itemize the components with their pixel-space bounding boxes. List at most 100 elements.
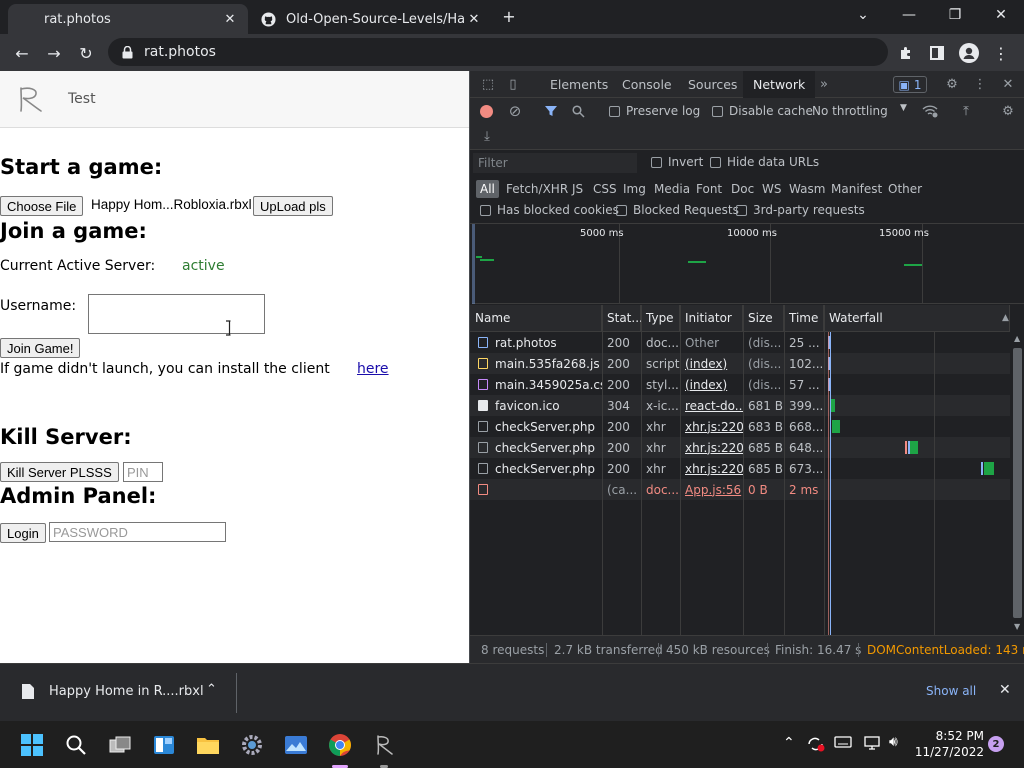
tab-elements[interactable]: Elements: [540, 71, 618, 98]
reload-icon[interactable]: ↻: [72, 39, 100, 67]
show-all-downloads-link[interactable]: Show all: [926, 684, 976, 698]
blocked-cookies-checkbox[interactable]: [480, 205, 491, 216]
tab-github[interactable]: Old-Open-Source-Levels/Happy ✕: [250, 4, 492, 34]
task-view-icon[interactable]: [104, 729, 136, 761]
extensions-puzzle-icon[interactable]: [892, 39, 920, 67]
inspect-element-icon[interactable]: ⬚: [478, 74, 498, 94]
settings-gear-icon[interactable]: ⚙: [942, 74, 962, 94]
window-close-icon[interactable]: ✕: [978, 0, 1024, 30]
site-logo-icon[interactable]: [17, 85, 43, 113]
restore-icon[interactable]: ❐: [932, 0, 978, 30]
side-panel-icon[interactable]: [923, 39, 951, 67]
column-name[interactable]: Name: [470, 305, 602, 332]
filter-type-img[interactable]: Img: [619, 180, 650, 198]
address-bar[interactable]: rat.photos: [108, 38, 888, 66]
upload-button[interactable]: UpLoad pls: [253, 196, 333, 216]
devtools-close-icon[interactable]: ✕: [998, 74, 1018, 94]
search-icon[interactable]: [568, 101, 588, 121]
new-tab-icon[interactable]: +: [495, 2, 523, 30]
record-icon[interactable]: [480, 105, 493, 118]
choose-file-button[interactable]: Choose File: [0, 196, 84, 216]
table-row[interactable]: favicon.ico 304 x-ic... react-do... 681 B 399…: [470, 395, 1010, 416]
notification-badge[interactable]: 2: [988, 736, 1004, 752]
download-item[interactable]: Happy Home in R....rbxl ⌃: [0, 664, 236, 722]
network-overview-timeline[interactable]: 5000 ms 10000 ms 15000 ms: [472, 224, 1024, 304]
filter-type-doc[interactable]: Doc: [727, 180, 758, 198]
export-har-icon[interactable]: ⤓: [477, 126, 497, 146]
tab-search-chevron-icon[interactable]: ⌄: [840, 0, 886, 30]
timeline-selection-handle[interactable]: [472, 224, 475, 304]
kill-server-button[interactable]: Kill Server PLSSS: [0, 462, 119, 482]
sync-icon[interactable]: [806, 735, 826, 753]
menu-kebab-icon[interactable]: ⋮: [987, 39, 1015, 67]
chevron-up-icon[interactable]: ⌃: [206, 682, 217, 697]
network-icon[interactable]: [864, 735, 882, 751]
minimize-icon[interactable]: —: [886, 0, 932, 30]
devtools-menu-icon[interactable]: ⋮: [970, 74, 990, 94]
network-conditions-icon[interactable]: [920, 101, 940, 121]
file-explorer-icon[interactable]: [192, 729, 224, 761]
column-type[interactable]: Type: [641, 305, 680, 332]
scroll-up-icon[interactable]: ▲: [1014, 334, 1020, 343]
profile-avatar-icon[interactable]: [955, 39, 983, 67]
install-here-link[interactable]: here: [357, 361, 389, 377]
column-waterfall[interactable]: Waterfall: [824, 305, 1010, 332]
password-input[interactable]: PASSWORD: [49, 522, 226, 542]
table-row[interactable]: checkServer.php 200 xhr xhr.js:220 685 B 673.…: [470, 458, 1010, 479]
table-row[interactable]: checkServer.php 200 xhr xhr.js:220 683 B 668.…: [470, 416, 1010, 437]
clock-date[interactable]: 11/27/2022: [914, 745, 984, 759]
tray-chevron-up-icon[interactable]: ⌃: [783, 735, 795, 751]
filter-type-js[interactable]: JS: [568, 180, 587, 198]
filter-type-manifest[interactable]: Manifest: [827, 180, 886, 198]
filter-type-css[interactable]: CSS: [589, 180, 621, 198]
volume-icon[interactable]: 🔊︎: [889, 734, 898, 750]
blocked-requests-checkbox[interactable]: [616, 205, 627, 216]
back-arrow-icon[interactable]: ←: [8, 39, 36, 67]
tab-rat-photos[interactable]: rat.photos ✕: [8, 4, 248, 34]
keyboard-icon[interactable]: [834, 735, 852, 751]
import-har-icon[interactable]: ⤒: [956, 101, 976, 121]
tab-console[interactable]: Console: [612, 71, 682, 98]
clear-icon[interactable]: ⊘: [505, 101, 525, 121]
invert-checkbox[interactable]: [651, 157, 662, 168]
table-row[interactable]: checkServer.php 200 xhr xhr.js:220 685 B 648.…: [470, 437, 1010, 458]
forward-arrow-icon[interactable]: →: [40, 39, 68, 67]
join-game-button[interactable]: Join Game!: [0, 338, 81, 358]
tab-network[interactable]: Network: [743, 71, 816, 98]
table-row[interactable]: main.535fa268.js 200 script (index) (dis... 1…: [470, 353, 1010, 374]
hide-data-urls-checkbox[interactable]: [710, 157, 721, 168]
close-icon[interactable]: ✕: [222, 11, 238, 27]
disable-cache-checkbox[interactable]: [712, 106, 723, 117]
column-time[interactable]: Time: [784, 305, 824, 332]
table-scrollbar[interactable]: ▲ ▼: [1010, 332, 1024, 635]
filter-input[interactable]: Filter: [473, 153, 637, 173]
username-input[interactable]: [88, 294, 265, 334]
close-downloads-icon[interactable]: ✕: [999, 682, 1011, 698]
close-icon[interactable]: ✕: [466, 11, 482, 27]
filter-type-wasm[interactable]: Wasm: [785, 180, 829, 198]
search-icon[interactable]: [60, 729, 92, 761]
filter-type-font[interactable]: Font: [692, 180, 726, 198]
more-tabs-chevron-icon[interactable]: »: [814, 74, 834, 94]
rat-app-icon[interactable]: [368, 729, 400, 761]
windows-start-icon[interactable]: [16, 729, 48, 761]
filter-type-ws[interactable]: WS: [758, 180, 785, 198]
issues-badge[interactable]: ▣ 1: [893, 76, 927, 93]
filter-type-media[interactable]: Media: [650, 180, 694, 198]
column-size[interactable]: Size: [743, 305, 784, 332]
pin-input[interactable]: PIN: [123, 462, 163, 482]
nav-link-test[interactable]: Test: [68, 91, 96, 107]
filter-type-fetch-xhr[interactable]: Fetch/XHR: [502, 180, 572, 198]
third-party-checkbox[interactable]: [736, 205, 747, 216]
table-row[interactable]: main.3459025a.css 200 styl... (index) (dis..…: [470, 374, 1010, 395]
chrome-icon[interactable]: [324, 729, 356, 761]
scroll-down-icon[interactable]: ▼: [1014, 622, 1020, 631]
login-button[interactable]: Login: [0, 523, 46, 543]
preserve-log-checkbox[interactable]: [609, 106, 620, 117]
widgets-icon[interactable]: [148, 729, 180, 761]
column-initiator[interactable]: Initiator: [680, 305, 743, 332]
filter-funnel-icon[interactable]: [541, 101, 561, 121]
column-status[interactable]: Stat...: [602, 305, 643, 332]
tab-sources[interactable]: Sources: [678, 71, 747, 98]
settings-gear-icon[interactable]: [236, 729, 268, 761]
